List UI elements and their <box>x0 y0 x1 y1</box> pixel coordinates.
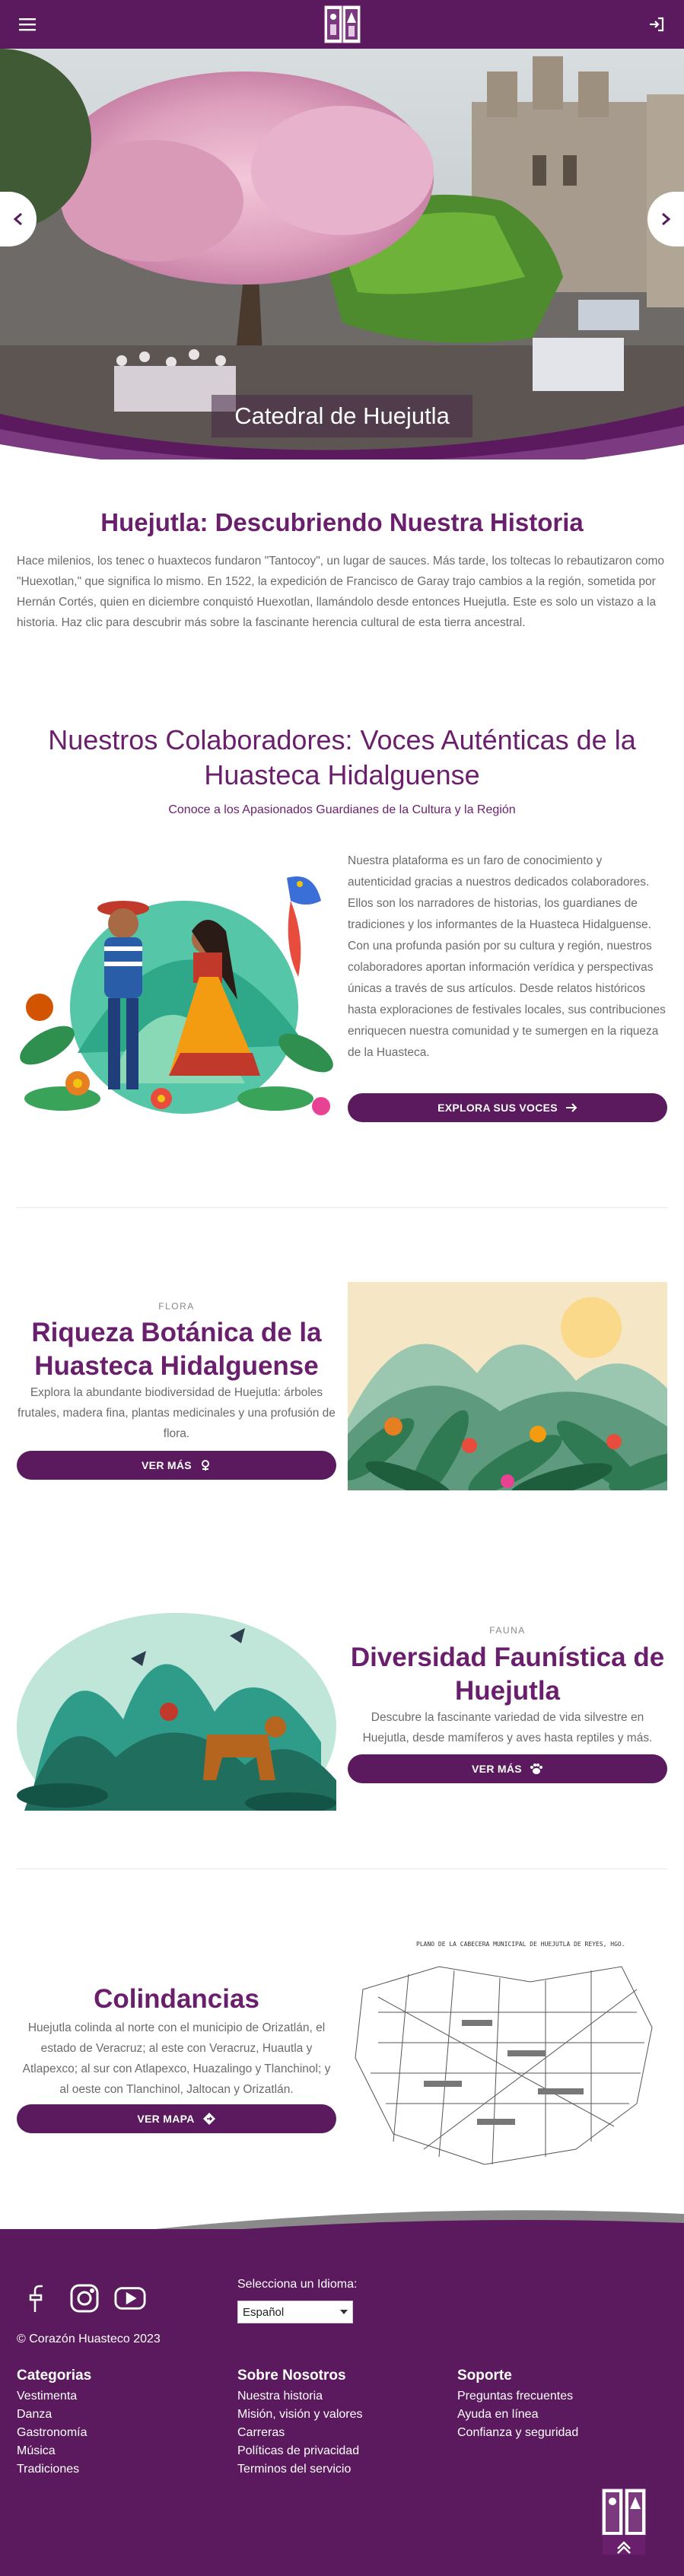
footer-link-gastronomia[interactable]: Gastronomía <box>17 2424 230 2442</box>
fauna-illustration <box>17 1605 336 1811</box>
collaborators-subtitle: Conoce a los Apasionados Guardianes de l… <box>168 803 516 816</box>
colindancias-title: Colindancias <box>94 1984 259 2014</box>
footer-column-title: Sobre Nosotros <box>237 2368 346 2384</box>
section-divider <box>17 1207 667 1208</box>
explore-voices-label: EXPLORA SUS VOCES <box>437 1102 558 1114</box>
language-selected-value: Español <box>243 2305 285 2319</box>
footer-link-musica[interactable]: Música <box>17 2442 230 2460</box>
facebook-icon[interactable] <box>23 2282 55 2314</box>
footer-link-mision-vision[interactable]: Misión, visión y valores <box>237 2406 450 2424</box>
view-map-button[interactable]: VER MAPA <box>17 2104 336 2133</box>
chevron-left-icon <box>13 212 22 226</box>
footer-column-categorias: Categorias Vestimenta Danza Gastronomía … <box>17 2368 230 2479</box>
footer-link-faq[interactable]: Preguntas frecuentes <box>457 2387 670 2406</box>
footer-link-privacidad[interactable]: Políticas de privacidad <box>237 2442 450 2460</box>
corazon-huasteco-logo[interactable] <box>324 5 361 44</box>
flora-text: Explora la abundante biodiversidad de Hu… <box>17 1386 336 1440</box>
social-links <box>23 2282 146 2314</box>
footer-link-nuestra-historia[interactable]: Nuestra historia <box>237 2387 450 2406</box>
footer-link-tradiciones[interactable]: Tradiciones <box>17 2460 230 2479</box>
flora-eyebrow: FLORA <box>158 1301 195 1312</box>
top-navbar <box>0 0 684 49</box>
explore-voices-button[interactable]: EXPLORA SUS VOCES <box>348 1093 667 1122</box>
youtube-icon[interactable] <box>114 2282 146 2314</box>
language-label: Selecciona un Idioma: <box>237 2278 358 2291</box>
footer-link-carreras[interactable]: Carreras <box>237 2424 450 2442</box>
login-icon[interactable] <box>646 14 667 35</box>
colindancias-text: Huejutla colinda al norte con el municip… <box>22 2021 331 2096</box>
fauna-text: Descubre la fascinante variedad de vida … <box>362 1711 653 1744</box>
flora-more-button[interactable]: VER MÁS <box>17 1451 336 1480</box>
map-title: PLANO DE LA CABECERA MUNICIPAL DE HUEJUT… <box>416 1941 625 1948</box>
collaborators-illustration <box>17 855 336 1124</box>
collaborators-text: Nuestra plataforma es un faro de conocim… <box>348 854 666 1059</box>
paw-icon <box>530 1763 542 1774</box>
site-footer: © Corazón Huasteco 2023 Selecciona un Id… <box>0 2229 684 2576</box>
arrow-right-icon <box>565 1103 577 1112</box>
footer-link-ayuda[interactable]: Ayuda en línea <box>457 2406 670 2424</box>
fauna-title: Diversidad Faunística de Huejutla <box>350 1643 665 1706</box>
map-diamond-icon <box>202 2113 215 2125</box>
flora-illustration <box>348 1282 667 1490</box>
scroll-to-top-button[interactable] <box>601 2488 647 2556</box>
huejutla-map-image: PLANO DE LA CABECERA MUNICIPAL DE HUEJUT… <box>348 1936 667 2172</box>
instagram-icon[interactable] <box>68 2282 100 2314</box>
section-divider <box>17 1868 667 1869</box>
view-map-label: VER MAPA <box>137 2113 195 2125</box>
flora-title: Riqueza Botánica de la Huasteca Hidalgue… <box>31 1318 322 1381</box>
caret-down-icon <box>340 2310 348 2314</box>
chevron-right-icon <box>662 212 671 226</box>
footer-link-danza[interactable]: Danza <box>17 2406 230 2424</box>
hamburger-menu-icon[interactable] <box>17 14 38 35</box>
fauna-more-button[interactable]: VER MÁS <box>348 1754 667 1783</box>
copyright-text: © Corazón Huasteco 2023 <box>17 2333 161 2345</box>
language-select[interactable]: Español <box>237 2301 353 2323</box>
footer-link-terminos[interactable]: Terminos del servicio <box>237 2460 450 2479</box>
history-intro: Huejutla: Descubriendo Nuestra Historia … <box>17 508 667 633</box>
fauna-more-label: VER MÁS <box>472 1763 522 1775</box>
footer-column-sobre-nosotros: Sobre Nosotros Nuestra historia Misión, … <box>237 2368 450 2479</box>
history-title[interactable]: Huejutla: Descubriendo Nuestra Historia <box>17 508 667 537</box>
history-text: Hace milenios, los tenec o huaxtecos fun… <box>17 555 665 629</box>
footer-link-vestimenta[interactable]: Vestimenta <box>17 2387 230 2406</box>
hero-caption: Catedral de Huejutla <box>212 395 472 437</box>
fauna-eyebrow: FAUNA <box>489 1625 526 1636</box>
footer-link-confianza[interactable]: Confianza y seguridad <box>457 2424 670 2442</box>
hero-carousel: Catedral de Huejutla <box>0 49 684 460</box>
footer-column-soporte: Soporte Preguntas frecuentes Ayuda en lí… <box>457 2368 670 2442</box>
footer-column-title: Categorias <box>17 2368 92 2384</box>
footer-column-title: Soporte <box>457 2368 512 2384</box>
seedling-icon <box>201 1460 209 1471</box>
flora-more-label: VER MÁS <box>142 1459 192 1471</box>
collaborators-title: Nuestros Colaboradores: Voces Auténticas… <box>48 724 636 790</box>
